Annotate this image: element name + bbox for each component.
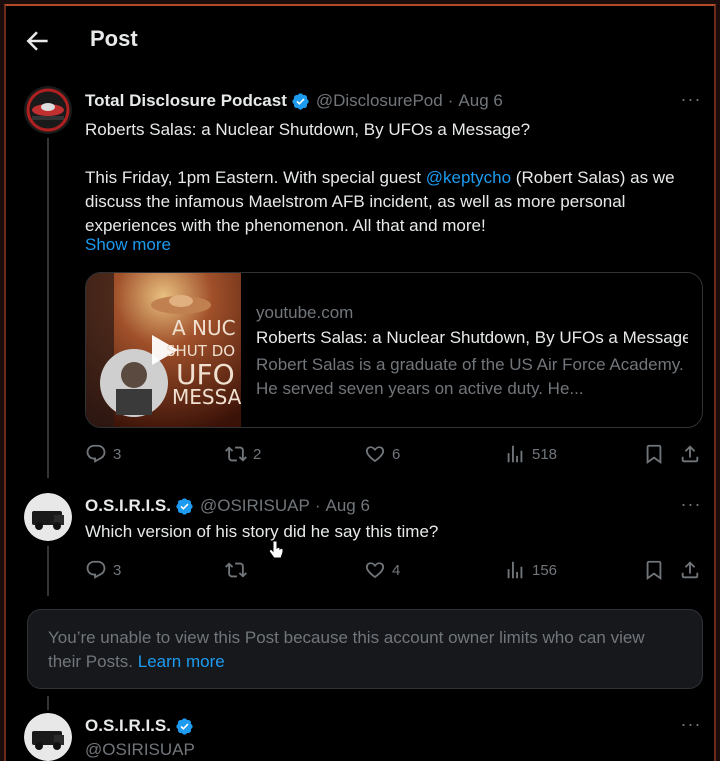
bookmark-button[interactable]: [643, 559, 669, 581]
mention-link[interactable]: @keptycho: [426, 168, 511, 187]
author-name[interactable]: Total Disclosure Podcast: [85, 91, 287, 111]
repost-button[interactable]: 2: [225, 443, 261, 465]
thumbnail-text: A NUC SHUT DO UFO MESSA: [166, 316, 241, 409]
separator-dot: ·: [314, 496, 321, 515]
podcast-logo-icon: [24, 86, 72, 134]
like-button[interactable]: 4: [364, 559, 400, 581]
like-button[interactable]: 6: [364, 443, 400, 465]
share-icon: [681, 445, 699, 463]
thumbnail-text-line: MESSA: [172, 385, 241, 409]
more-options-button[interactable]: ···: [679, 495, 703, 518]
more-icon: ···: [680, 494, 702, 514]
post-author-row: Total Disclosure Podcast @DisclosurePod …: [85, 91, 503, 111]
repost-icon: [225, 562, 247, 578]
link-preview-card[interactable]: A NUC SHUT DO UFO MESSA youtube.com Robe…: [85, 272, 703, 428]
more-options-button[interactable]: ···: [679, 715, 703, 738]
verified-badge-icon: [292, 92, 309, 110]
author-handle[interactable]: @OSIRISUAP: [200, 496, 310, 516]
osiris-avatar-icon: [24, 713, 72, 761]
view-count: 156: [532, 561, 558, 579]
mouse-cursor-icon: [268, 540, 284, 560]
thread-line: [47, 696, 49, 710]
post-date[interactable]: Aug 6: [325, 496, 369, 516]
card-title: Roberts Salas: a Nuclear Shutdown, By UF…: [256, 328, 688, 347]
post-actions: 3 4 156: [85, 559, 705, 585]
reply-count: 3: [113, 561, 122, 579]
post-title-line: Roberts Salas: a Nuclear Shutdown, By UF…: [85, 120, 531, 139]
repost-count: 2: [253, 445, 262, 463]
like-count: 6: [392, 445, 401, 463]
more-options-button[interactable]: ···: [679, 90, 703, 113]
thumbnail-text-line: UFO: [176, 358, 235, 391]
separator-dot: ·: [447, 91, 454, 110]
share-icon: [681, 561, 699, 579]
bookmark-icon: [646, 560, 662, 581]
bookmark-button[interactable]: [643, 443, 669, 465]
author-name[interactable]: O.S.I.R.I.S.: [85, 496, 171, 516]
post-text: Roberts Salas: a Nuclear Shutdown, By UF…: [85, 118, 705, 238]
thumbnail-text-line: A NUC: [172, 316, 236, 340]
views-button[interactable]: 518: [504, 443, 557, 465]
share-button[interactable]: [679, 443, 705, 465]
video-thumbnail[interactable]: A NUC SHUT DO UFO MESSA: [86, 273, 241, 427]
heart-icon: [365, 562, 385, 579]
author-handle[interactable]: @OSIRISUAP: [85, 740, 195, 760]
verified-badge-icon: [176, 717, 193, 735]
post-actions: 3 2 6 518: [85, 443, 705, 469]
reply-button[interactable]: 3: [85, 443, 121, 465]
views-button[interactable]: 156: [504, 559, 557, 581]
thread-line: [47, 546, 49, 596]
restricted-post-notice: You’re unable to view this Post because …: [27, 609, 703, 689]
like-count: 4: [392, 561, 401, 579]
post-author-row: O.S.I.R.I.S. @OSIRISUAP · Aug 6: [85, 496, 370, 516]
thread-line: [47, 138, 49, 478]
arrow-left-icon: [26, 31, 48, 51]
bookmark-icon: [646, 444, 662, 465]
author-handle[interactable]: @DisclosurePod: [316, 91, 443, 111]
reply-count: 3: [113, 445, 122, 463]
repost-icon: [225, 446, 247, 462]
avatar[interactable]: [24, 493, 72, 541]
reply-icon: [86, 444, 106, 463]
analytics-icon: [507, 445, 523, 463]
post-body: This Friday, 1pm Eastern. With special g…: [85, 166, 705, 238]
post-body-part: This Friday, 1pm Eastern. With special g…: [85, 168, 426, 187]
post-date[interactable]: Aug 6: [458, 91, 502, 111]
card-domain: youtube.com: [256, 303, 354, 322]
learn-more-link[interactable]: Learn more: [138, 652, 225, 671]
back-button[interactable]: [22, 26, 52, 56]
show-more-link[interactable]: Show more: [85, 235, 171, 255]
more-icon: ···: [680, 714, 702, 734]
verified-badge-icon: [176, 497, 193, 515]
repost-button[interactable]: [225, 559, 253, 581]
avatar[interactable]: [24, 713, 72, 761]
share-button[interactable]: [679, 559, 705, 581]
analytics-icon: [507, 561, 523, 579]
reply-icon: [86, 560, 106, 579]
view-count: 518: [532, 445, 558, 463]
card-description: Robert Salas is a graduate of the US Air…: [256, 355, 684, 398]
post-author-row: O.S.I.R.I.S.: [85, 716, 194, 736]
more-icon: ···: [680, 89, 702, 109]
reply-text: Which version of his story did he say th…: [85, 522, 439, 541]
osiris-avatar-icon: [24, 493, 72, 541]
page-title: Post: [90, 26, 138, 51]
page-header: Post: [6, 6, 714, 72]
author-name[interactable]: O.S.I.R.I.S.: [85, 716, 171, 736]
reply-button[interactable]: 3: [85, 559, 121, 581]
post-page: Post Total Disclosure Podcast @Disclosur…: [4, 4, 716, 761]
heart-icon: [365, 446, 385, 463]
avatar[interactable]: [24, 86, 72, 134]
